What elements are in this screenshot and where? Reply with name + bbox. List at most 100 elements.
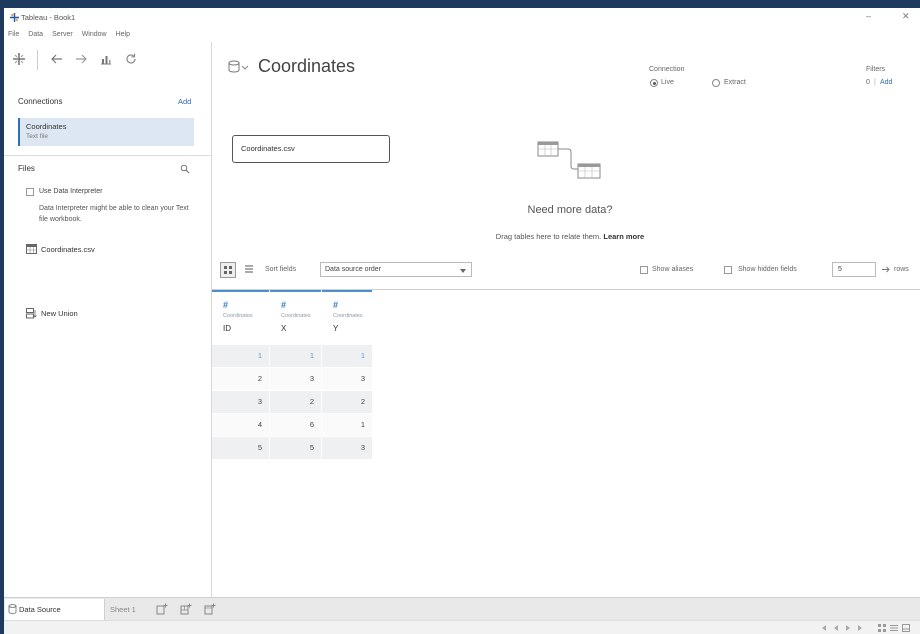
number-type-icon[interactable]: # <box>333 300 338 310</box>
prev-page-icon[interactable] <box>832 624 840 632</box>
table-cell[interactable]: 3 <box>270 368 321 390</box>
rows-label: rows <box>894 266 909 273</box>
menu-server[interactable]: Server <box>52 31 73 38</box>
menu-data[interactable]: Data <box>28 31 43 38</box>
learn-more-link[interactable]: Learn more <box>603 232 644 241</box>
column-header-x[interactable]: # Coordinates X <box>270 290 321 344</box>
status-bar <box>4 620 920 634</box>
number-type-icon[interactable]: # <box>281 300 286 310</box>
grid-view-button[interactable] <box>220 262 236 278</box>
main-canvas-area: Coordinates Connection Live Extract Filt… <box>212 42 920 597</box>
search-icon[interactable] <box>180 164 190 174</box>
table-cell[interactable]: 1 <box>212 345 269 367</box>
column-header-id[interactable]: # Coordinates ID <box>212 290 269 344</box>
table-cell[interactable]: 6 <box>270 414 321 436</box>
number-type-icon[interactable]: # <box>223 300 228 310</box>
column-name[interactable]: ID <box>223 324 231 333</box>
menu-file[interactable]: File <box>8 31 19 38</box>
sort-fields-dropdown[interactable]: Data source order <box>320 262 472 277</box>
column-header-y[interactable]: # Coordinates Y <box>322 290 372 344</box>
tab-data-source-label: Data Source <box>19 605 61 614</box>
arrow-right-icon[interactable] <box>881 265 891 274</box>
refresh-icon[interactable] <box>124 52 138 66</box>
connection-label: Connection <box>649 66 685 73</box>
canvas-table-label: Coordinates.csv <box>241 144 295 153</box>
back-arrow-icon[interactable] <box>50 52 64 66</box>
tableau-logo-icon[interactable] <box>12 52 26 66</box>
filters-count: 0 <box>866 79 870 86</box>
left-pane: Connections Add Coordinates Text file Fi… <box>4 42 212 597</box>
new-data-source-icon[interactable] <box>99 52 113 66</box>
minimize-button[interactable]: – <box>866 11 871 21</box>
table-row: 1 1 1 <box>212 345 372 367</box>
column-name[interactable]: Y <box>333 324 338 333</box>
list-view-icon[interactable] <box>890 624 898 632</box>
first-page-icon[interactable] <box>820 624 828 632</box>
tab-sheet-1[interactable]: Sheet 1 <box>110 605 136 614</box>
table-cell[interactable]: 4 <box>212 414 269 436</box>
toolbar-separator <box>37 50 38 70</box>
column-source-label: Coordinates <box>223 313 253 319</box>
drag-tables-hint: Drag tables here to relate them. Learn m… <box>410 232 730 241</box>
table-cell[interactable]: 5 <box>212 437 269 459</box>
table-cell[interactable]: 5 <box>270 437 321 459</box>
table-file-icon <box>26 244 37 254</box>
canvas-table-coordinates[interactable]: Coordinates.csv <box>232 135 390 163</box>
pane-divider <box>4 155 211 156</box>
new-worksheet-icon[interactable] <box>156 603 168 615</box>
title-bar: Tableau - Book1 – ✕ <box>4 8 920 27</box>
data-source-title[interactable]: Coordinates <box>258 56 355 77</box>
new-union-item[interactable]: New Union <box>41 309 78 318</box>
last-page-icon[interactable] <box>856 624 864 632</box>
new-union-icon <box>26 308 37 319</box>
filters-separator: | <box>874 79 876 86</box>
column-name[interactable]: X <box>281 324 286 333</box>
show-hidden-fields-checkbox[interactable] <box>724 266 732 274</box>
table-cell[interactable]: 1 <box>322 345 372 367</box>
close-button[interactable]: ✕ <box>902 11 910 22</box>
data-source-icon[interactable] <box>228 60 250 74</box>
table-cell[interactable]: 1 <box>322 414 372 436</box>
menu-window[interactable]: Window <box>82 31 107 38</box>
table-cell[interactable]: 2 <box>212 368 269 390</box>
add-connection-link[interactable]: Add <box>178 97 191 106</box>
window-title: Tableau - Book1 <box>21 13 76 22</box>
connection-type: Text file <box>26 133 49 140</box>
next-page-icon[interactable] <box>844 624 852 632</box>
connection-extract-label[interactable]: Extract <box>724 79 746 86</box>
show-hidden-fields-label[interactable]: Show hidden fields <box>738 266 797 273</box>
add-filter-link[interactable]: Add <box>880 79 892 86</box>
column-source-label: Coordinates <box>333 313 363 319</box>
menu-help[interactable]: Help <box>116 31 130 38</box>
connection-live-radio[interactable] <box>650 79 658 87</box>
data-interpreter-label[interactable]: Use Data Interpreter <box>39 188 102 195</box>
chevron-down-icon <box>460 269 466 273</box>
tab-data-source[interactable]: Data Source <box>5 599 105 620</box>
data-interpreter-checkbox[interactable] <box>26 188 34 196</box>
table-cell[interactable]: 3 <box>322 368 372 390</box>
table-cell[interactable]: 3 <box>322 437 372 459</box>
file-item-coordinates-csv[interactable]: Coordinates.csv <box>41 245 95 254</box>
rows-count-value: 5 <box>838 266 842 273</box>
rows-count-input[interactable]: 5 <box>832 262 876 277</box>
connection-item-coordinates[interactable]: Coordinates Text file <box>18 118 194 146</box>
drag-hint-text: Drag tables here to relate them. <box>495 232 602 241</box>
show-aliases-label[interactable]: Show aliases <box>652 266 693 273</box>
table-row: 2 3 3 <box>212 368 372 390</box>
list-view-button[interactable] <box>242 262 258 278</box>
forward-arrow-icon[interactable] <box>74 52 88 66</box>
filmstrip-icon[interactable] <box>902 624 910 632</box>
connection-live-label[interactable]: Live <box>661 79 674 86</box>
grid-view-icon[interactable] <box>878 624 886 632</box>
new-dashboard-icon[interactable] <box>180 603 192 615</box>
show-aliases-checkbox[interactable] <box>640 266 648 274</box>
new-story-icon[interactable] <box>204 603 216 615</box>
filters-label: Filters <box>866 66 886 73</box>
table-cell[interactable]: 1 <box>270 345 321 367</box>
table-cell[interactable]: 2 <box>322 391 372 413</box>
table-cell[interactable]: 2 <box>270 391 321 413</box>
connection-extract-radio[interactable] <box>712 79 720 87</box>
connections-header: Connections <box>18 97 63 106</box>
table-cell[interactable]: 3 <box>212 391 269 413</box>
table-row: 5 5 3 <box>212 437 372 459</box>
